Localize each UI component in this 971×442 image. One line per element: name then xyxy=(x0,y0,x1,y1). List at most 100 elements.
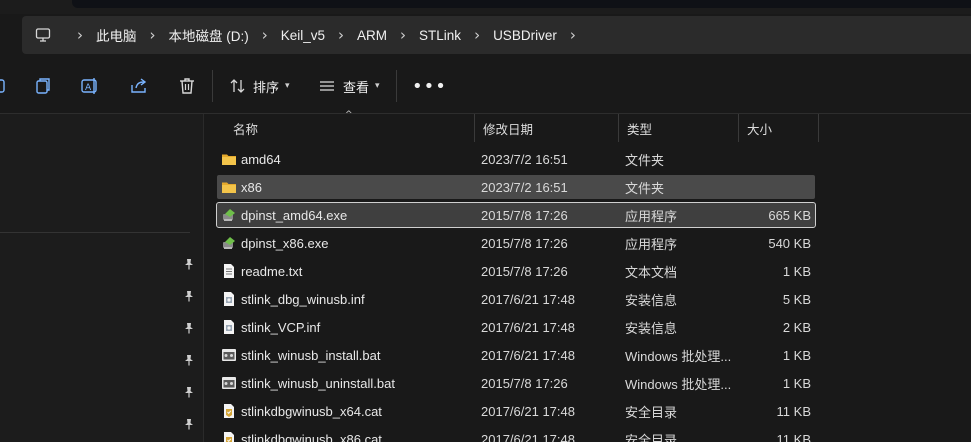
chevron-right-icon[interactable]: › xyxy=(262,26,268,44)
batch-file-icon xyxy=(221,347,237,363)
file-size: 1 KB xyxy=(782,347,811,363)
installer-icon xyxy=(221,207,237,223)
file-name[interactable]: stlink_winusb_install.bat xyxy=(241,348,380,363)
file-row[interactable]: amd64 2023/7/2 16:51 文件夹 xyxy=(217,147,815,171)
chevron-right-icon[interactable]: › xyxy=(150,26,156,44)
file-name[interactable]: dpinst_x86.exe xyxy=(241,236,328,251)
sort-label: 排序 xyxy=(253,79,280,95)
file-date: 2017/6/21 17:48 xyxy=(481,403,575,419)
file-name[interactable]: stlink_VCP.inf xyxy=(241,320,320,335)
column-name-label: 名称 xyxy=(233,122,259,137)
column-size-label: 大小 xyxy=(747,122,773,137)
file-date: 2015/7/8 17:26 xyxy=(481,375,568,391)
chevron-right-icon[interactable]: › xyxy=(77,26,83,44)
breadcrumb-local-disk[interactable]: 本地磁盘 (D:) xyxy=(169,25,249,45)
file-row[interactable]: readme.txt 2015/7/8 17:26 文本文档 1 KB xyxy=(217,259,815,283)
computer-icon[interactable] xyxy=(34,26,52,44)
file-date: 2015/7/8 17:26 xyxy=(481,207,568,223)
pin-icon[interactable] xyxy=(184,354,194,366)
file-row[interactable]: stlink_VCP.inf 2017/6/21 17:48 安装信息 2 KB xyxy=(217,315,815,339)
nav-divider xyxy=(0,232,190,233)
file-row[interactable]: x86 2023/7/2 16:51 文件夹 xyxy=(217,175,815,199)
pin-icon[interactable] xyxy=(184,386,194,398)
column-date[interactable]: 修改日期 xyxy=(475,114,619,142)
breadcrumb-arm[interactable]: ARM xyxy=(357,28,387,43)
file-size: 2 KB xyxy=(782,319,811,335)
file-name[interactable]: readme.txt xyxy=(241,264,302,279)
file-row[interactable]: stlinkdbgwinusb_x64.cat 2017/6/21 17:48 安全… xyxy=(217,399,815,423)
more-options-button[interactable]: ••• xyxy=(412,76,447,97)
folder-icon xyxy=(221,179,237,195)
pin-icon[interactable] xyxy=(184,322,194,334)
svg-text:A: A xyxy=(85,83,92,93)
file-name[interactable]: stlinkdbgwinusb_x86.cat xyxy=(241,432,382,442)
toolbar-divider xyxy=(396,70,397,102)
file-date: 2023/7/2 16:51 xyxy=(481,151,568,167)
address-bar[interactable]: › 此电脑 › 本地磁盘 (D:) › Keil_v5 › ARM › STLi… xyxy=(22,16,971,54)
installer-icon xyxy=(221,235,237,251)
file-size: 11 KB xyxy=(776,403,811,419)
file-date: 2017/6/21 17:48 xyxy=(481,431,575,442)
file-name[interactable]: amd64 xyxy=(241,152,281,167)
title-strip xyxy=(0,0,971,14)
file-size: 1 KB xyxy=(782,375,811,391)
pin-icon[interactable] xyxy=(184,290,194,302)
column-type[interactable]: 类型 xyxy=(619,114,739,142)
file-type: 应用程序 xyxy=(625,208,678,224)
navigation-pane[interactable] xyxy=(0,114,203,442)
sort-button[interactable]: 排序 ▾ xyxy=(229,74,290,98)
file-type: Windows 批处理... xyxy=(625,376,732,392)
breadcrumb-usbdriver[interactable]: USBDriver xyxy=(493,28,557,43)
file-row[interactable]: dpinst_amd64.exe 2015/7/8 17:26 应用程序 665 KB xyxy=(216,202,816,228)
file-type: 安全目录 xyxy=(625,432,678,442)
file-date: 2015/7/8 17:26 xyxy=(481,263,568,279)
copy-icon[interactable] xyxy=(33,76,53,96)
file-row[interactable]: stlink_winusb_uninstall.bat 2015/7/8 17:2… xyxy=(217,371,815,395)
delete-icon[interactable] xyxy=(177,76,197,96)
file-row[interactable]: stlink_winusb_install.bat 2017/6/21 17:48… xyxy=(217,343,815,367)
file-type: 文件夹 xyxy=(625,180,665,196)
pane-divider[interactable] xyxy=(203,114,204,442)
file-name[interactable]: x86 xyxy=(241,180,262,195)
chevron-right-icon[interactable]: › xyxy=(338,26,344,44)
pin-icon[interactable] xyxy=(184,258,194,270)
rename-icon[interactable]: A xyxy=(80,76,100,96)
column-date-label: 修改日期 xyxy=(483,122,534,137)
file-name[interactable]: dpinst_amd64.exe xyxy=(241,208,347,223)
file-name[interactable]: stlink_winusb_uninstall.bat xyxy=(241,376,395,391)
cut-icon[interactable] xyxy=(0,76,10,96)
chevron-right-icon[interactable]: › xyxy=(474,26,480,44)
file-date: 2015/7/8 17:26 xyxy=(481,235,568,251)
chevron-right-icon[interactable]: › xyxy=(570,26,576,44)
file-type: 文本文档 xyxy=(625,264,678,280)
breadcrumb-keil[interactable]: Keil_v5 xyxy=(281,28,325,43)
catalog-file-icon xyxy=(221,403,237,419)
inf-file-icon xyxy=(221,291,237,307)
column-size[interactable]: 大小 xyxy=(739,114,819,142)
file-row[interactable]: dpinst_x86.exe 2015/7/8 17:26 应用程序 540 KB xyxy=(217,231,815,255)
breadcrumb-stlink[interactable]: STLink xyxy=(419,28,461,43)
file-date: 2017/6/21 17:48 xyxy=(481,319,575,335)
chevron-down-icon: ▾ xyxy=(285,81,290,91)
share-icon[interactable] xyxy=(129,76,149,96)
folder-icon xyxy=(221,151,237,167)
pin-icon[interactable] xyxy=(184,418,194,430)
column-type-label: 类型 xyxy=(627,122,653,137)
tab-strip xyxy=(72,0,971,8)
sort-ascending-icon: ^ xyxy=(345,110,353,120)
file-row[interactable]: stlinkdbgwinusb_x86.cat 2017/6/21 17:48 安全… xyxy=(217,427,815,442)
file-type: 安装信息 xyxy=(625,292,678,308)
toolbar-divider xyxy=(212,70,213,102)
file-name[interactable]: stlink_dbg_winusb.inf xyxy=(241,292,365,307)
view-label: 查看 xyxy=(343,79,370,95)
breadcrumb-this-pc[interactable]: 此电脑 xyxy=(96,25,137,45)
column-header: 名称 修改日期 类型 大小 xyxy=(205,114,971,142)
file-type: 文件夹 xyxy=(625,152,665,168)
file-type: 应用程序 xyxy=(625,236,678,252)
file-name[interactable]: stlinkdbgwinusb_x64.cat xyxy=(241,404,382,419)
view-icon xyxy=(320,81,334,91)
file-type: 安全目录 xyxy=(625,404,678,420)
file-row[interactable]: stlink_dbg_winusb.inf 2017/6/21 17:48 安装信息… xyxy=(217,287,815,311)
view-button[interactable]: 查看 ▾ xyxy=(318,74,380,98)
chevron-right-icon[interactable]: › xyxy=(400,26,406,44)
